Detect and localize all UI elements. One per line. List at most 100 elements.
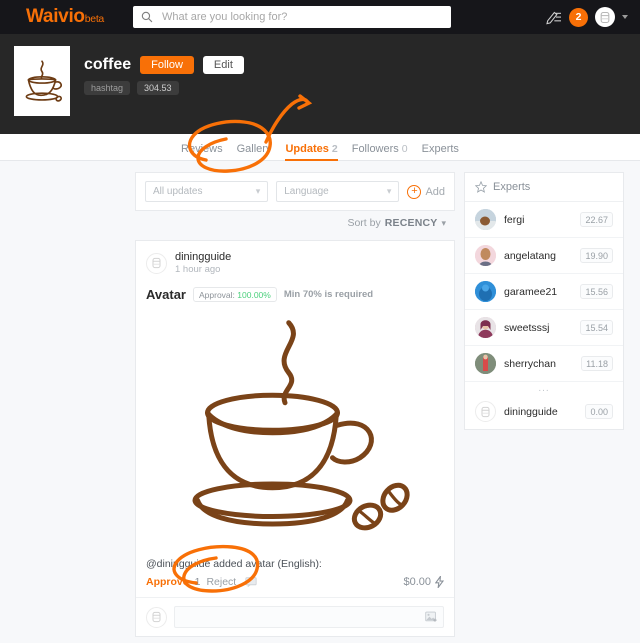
updates-column: All updates ▾ Language ▾ + Add Sort by R… xyxy=(135,172,455,637)
expert-row-angelatang[interactable]: angelatang 19.90 xyxy=(465,238,623,274)
profile-info: coffee Follow Edit hashtag 304.53 xyxy=(84,56,244,95)
tab-updates[interactable]: Updates 2 xyxy=(285,142,338,161)
expert-row-fergi[interactable]: fergi 22.67 xyxy=(465,202,623,238)
profile-tabs-bar: Reviews Gallery Updates 2 Followers 0 Expe… xyxy=(0,134,640,161)
expert-score: 22.67 xyxy=(580,212,613,227)
tab-updates-count: 2 xyxy=(331,142,338,155)
app-logo[interactable]: Waiviobeta xyxy=(26,6,104,28)
experts-panel-header: Experts xyxy=(465,173,623,202)
sort-row[interactable]: Sort by RECENCY ▾ xyxy=(135,211,455,236)
avatar xyxy=(475,245,496,266)
expert-row-diningguide[interactable]: diningguide 0.00 xyxy=(465,394,623,429)
add-button-label: Add xyxy=(425,185,446,198)
expert-avatar-icon xyxy=(475,245,496,266)
approval-badge: Approval: 100.00% xyxy=(192,287,277,302)
brand-beta-label: beta xyxy=(84,13,105,25)
avatar xyxy=(475,209,496,230)
expert-row-sherrychan[interactable]: sherrychan 11.18 xyxy=(465,346,623,382)
approve-count: 1 xyxy=(194,576,201,588)
page-content: All updates ▾ Language ▾ + Add Sort by R… xyxy=(0,161,640,643)
approve-button[interactable]: Approve xyxy=(146,576,189,588)
comment-bar xyxy=(136,598,454,636)
filter-card: All updates ▾ Language ▾ + Add xyxy=(135,172,455,211)
post-author-avatar[interactable] xyxy=(146,252,167,274)
user-avatar-icon xyxy=(481,406,490,417)
object-type-chip: hashtag xyxy=(84,81,131,95)
edit-button[interactable]: Edit xyxy=(202,56,244,74)
expert-avatar-icon xyxy=(475,317,496,338)
coffee-cup-illustration-icon xyxy=(192,320,410,531)
payout-amount: $0.00 xyxy=(403,576,431,588)
user-avatar-icon xyxy=(152,257,161,269)
comment-icon[interactable] xyxy=(245,577,257,587)
object-score-chip: 304.53 xyxy=(137,81,179,95)
profile-name-row: coffee Follow Edit xyxy=(84,56,244,74)
expert-score: 0.00 xyxy=(585,404,613,419)
page-root: Waiviobeta 2 xyxy=(0,0,640,643)
user-avatar[interactable] xyxy=(595,7,615,27)
sort-by-label: Sort by xyxy=(347,217,381,229)
chevron-down-icon: ▾ xyxy=(441,217,446,228)
expert-name: diningguide xyxy=(504,405,558,418)
tab-reviews-label: Reviews xyxy=(181,142,223,155)
expert-row-sweetsssj[interactable]: sweetsssj 15.54 xyxy=(465,310,623,346)
chevron-down-icon[interactable] xyxy=(622,15,628,19)
post-timestamp: 1 hour ago xyxy=(175,264,221,275)
chevron-down-icon: ▾ xyxy=(255,186,261,196)
expert-score: 15.54 xyxy=(580,320,613,335)
experts-ellipsis: ... xyxy=(538,383,550,394)
avatar xyxy=(475,317,496,338)
avatar xyxy=(475,401,496,422)
language-filter-select[interactable]: Language ▾ xyxy=(276,181,400,202)
follow-button[interactable]: Follow xyxy=(140,56,194,74)
expert-row-garamee21[interactable]: garamee21 15.56 xyxy=(465,274,623,310)
comment-input-wrap[interactable] xyxy=(174,606,444,628)
post-payout: $0.00 xyxy=(403,576,444,588)
search-input[interactable] xyxy=(160,10,443,24)
current-user-avatar[interactable] xyxy=(146,606,167,628)
tab-experts[interactable]: Experts xyxy=(422,143,459,161)
approval-row: Avatar Approval: 100.00% Min 70% is requ… xyxy=(136,279,454,304)
profile-tabs: Reviews Gallery Updates 2 Followers 0 Expe… xyxy=(181,134,459,161)
experts-panel-title: Experts xyxy=(493,181,531,193)
expert-name: angelatang xyxy=(504,249,556,262)
expert-score: 15.56 xyxy=(580,284,613,299)
tab-followers-label: Followers xyxy=(351,142,399,155)
reject-button[interactable]: Reject xyxy=(206,576,236,588)
tab-gallery[interactable]: Gallery xyxy=(237,143,272,161)
tab-followers[interactable]: Followers 0 xyxy=(352,143,408,161)
chevron-down-icon: ▾ xyxy=(386,186,392,196)
approval-requirement-note: Min 70% is required xyxy=(283,289,374,300)
comment-input[interactable] xyxy=(181,610,425,624)
expert-avatar-icon xyxy=(475,209,496,230)
tab-updates-label: Updates xyxy=(285,142,329,155)
experts-sidebar: Experts fergi 22.67 angelatang 19.90 gar… xyxy=(464,172,624,430)
post-author-name[interactable]: diningguide xyxy=(175,251,231,263)
avatar xyxy=(475,281,496,302)
expert-name: sherrychan xyxy=(504,357,556,370)
post-author-block: diningguide 1 hour ago xyxy=(175,251,231,275)
updates-filter-value: All updates xyxy=(153,186,203,197)
tab-gallery-label: Gallery xyxy=(236,142,272,155)
post-actions-row: Approve 1 Reject $0.00 xyxy=(136,570,454,598)
expert-score: 11.18 xyxy=(581,356,613,371)
experts-card: Experts fergi 22.67 angelatang 19.90 gar… xyxy=(464,172,624,430)
update-field-title: Avatar xyxy=(146,287,186,302)
image-upload-icon[interactable] xyxy=(424,611,437,624)
language-filter-value: Language xyxy=(284,186,329,197)
pen-edit-icon[interactable] xyxy=(545,10,562,25)
nav-right-group: 2 xyxy=(545,0,628,34)
top-navigation-bar: Waiviobeta 2 xyxy=(0,0,640,34)
updates-filter-select[interactable]: All updates ▾ xyxy=(145,181,269,202)
add-update-button[interactable]: + Add xyxy=(407,184,446,199)
expert-avatar-icon xyxy=(475,353,496,374)
sort-by-value: RECENCY xyxy=(384,217,438,229)
expert-avatar-icon xyxy=(475,281,496,302)
profile-header: coffee Follow Edit hashtag 304.53 xyxy=(0,34,640,134)
user-avatar-icon xyxy=(152,611,161,623)
tab-reviews[interactable]: Reviews xyxy=(181,143,223,161)
notification-badge[interactable]: 2 xyxy=(569,7,588,27)
search-icon xyxy=(141,11,153,23)
post-caption: @diningguide added avatar (English): xyxy=(146,558,322,570)
search-bar[interactable] xyxy=(133,6,451,28)
